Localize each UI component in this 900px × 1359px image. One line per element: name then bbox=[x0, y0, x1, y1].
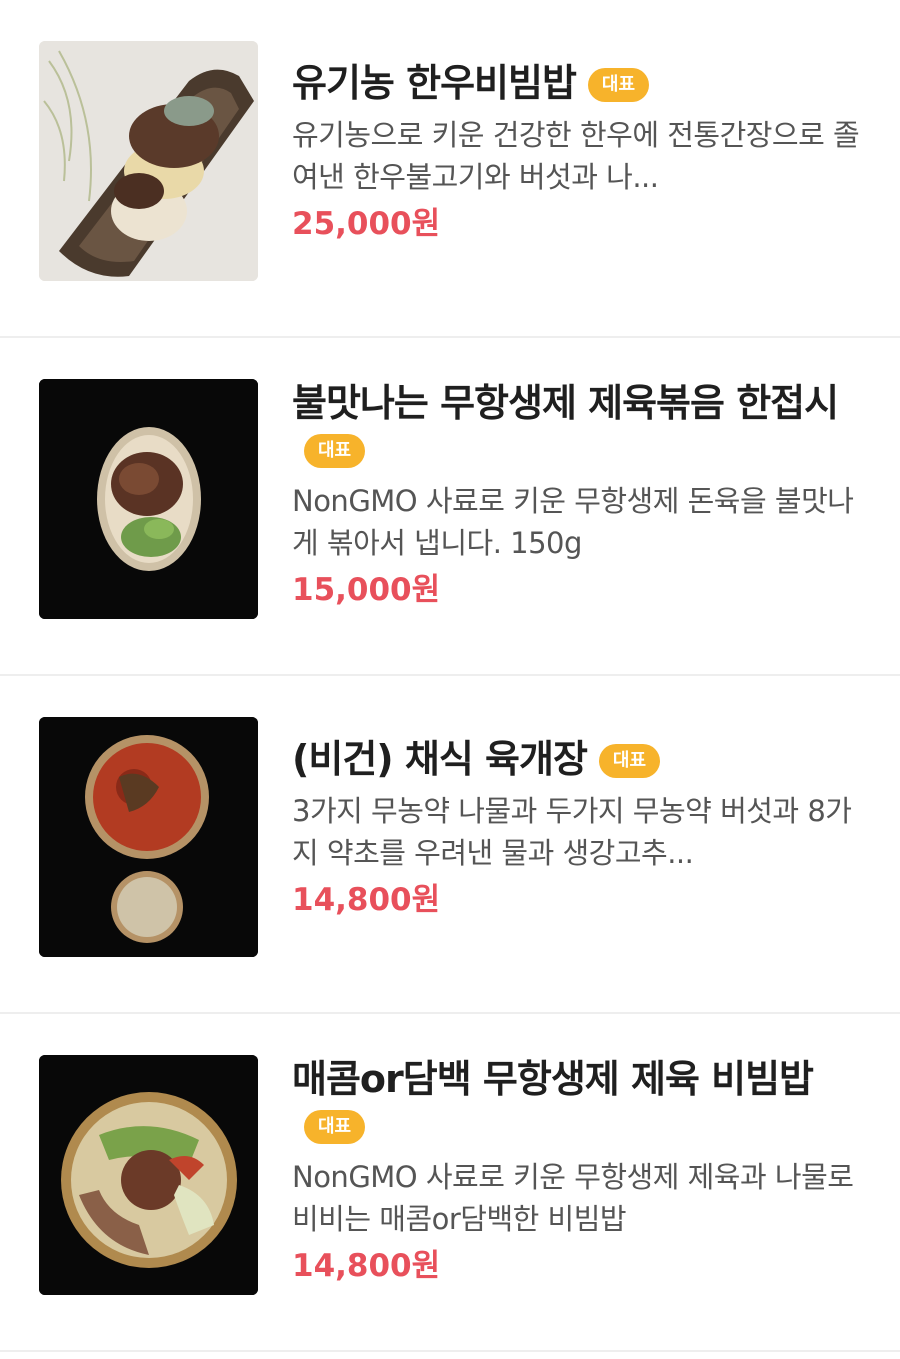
menu-item-title: (비건) 채식 육개장 대표 bbox=[292, 736, 864, 782]
menu-item-vegan-yukgaejang[interactable]: (비건) 채식 육개장 대표 3가지 무농약 나물과 두가지 무농약 버섯과 8가… bbox=[0, 676, 900, 1014]
menu-item-photo[interactable] bbox=[39, 1055, 258, 1295]
jeyuk-photo-illustration bbox=[39, 379, 258, 619]
menu-item-info: 매콤or담백 무항생제 제육 비빔밥대표 NonGMO 사료로 키운 무항생제 … bbox=[292, 1056, 864, 1286]
menu-item-organic-hanwoo-bibimbap[interactable]: 유기농 한우비빔밥 대표 유기농으로 키운 건강한 한우에 전통간장으로 졸여낸 … bbox=[0, 0, 900, 338]
signature-badge: 대표 bbox=[598, 744, 661, 778]
menu-item-description: NonGMO 사료로 키운 무항생제 제육과 나물로 비비는 매콤or담백한 비… bbox=[292, 1160, 854, 1236]
menu-item-jeyuk-bibimbap[interactable]: 매콤or담백 무항생제 제육 비빔밥대표 NonGMO 사료로 키운 무항생제 … bbox=[0, 1014, 900, 1352]
menu-item-price: 15,000원 bbox=[292, 572, 441, 608]
signature-badge: 대표 bbox=[587, 68, 650, 102]
jeyuk-bibimbap-photo-illustration bbox=[39, 1055, 258, 1295]
signature-badge: 대표 bbox=[304, 1110, 366, 1144]
menu-item-price: 14,800원 bbox=[292, 882, 441, 918]
menu-list: 유기농 한우비빔밥 대표 유기농으로 키운 건강한 한우에 전통간장으로 졸여낸 … bbox=[0, 0, 900, 1352]
menu-item-photo[interactable] bbox=[39, 41, 258, 281]
bibimbap-photo-illustration bbox=[39, 41, 258, 281]
menu-item-info: 불맛나는 무항생제 제육볶음 한접시대표 NonGMO 사료로 키운 무항생제 … bbox=[292, 380, 864, 610]
menu-item-jeyuk-bokkeum[interactable]: 불맛나는 무항생제 제육볶음 한접시대표 NonGMO 사료로 키운 무항생제 … bbox=[0, 338, 900, 676]
menu-item-photo[interactable] bbox=[39, 379, 258, 619]
menu-item-info: (비건) 채식 육개장 대표 3가지 무농약 나물과 두가지 무농약 버섯과 8가… bbox=[292, 736, 864, 920]
menu-item-title: 불맛나는 무항생제 제육볶음 한접시대표 bbox=[292, 380, 864, 472]
menu-item-price: 25,000원 bbox=[292, 206, 441, 242]
menu-item-photo[interactable] bbox=[39, 717, 258, 957]
menu-item-info: 유기농 한우비빔밥 대표 유기농으로 키운 건강한 한우에 전통간장으로 졸여낸 … bbox=[292, 60, 864, 244]
signature-badge: 대표 bbox=[304, 434, 366, 468]
menu-item-description: 유기농으로 키운 건강한 한우에 전통간장으로 졸여낸 한우불고기와 버섯과 나… bbox=[292, 118, 860, 194]
yukgaejang-photo-illustration bbox=[39, 717, 258, 957]
menu-item-description: NonGMO 사료로 키운 무항생제 돈육을 불맛나게 볶아서 냅니다. 150… bbox=[292, 484, 854, 560]
menu-item-price: 14,800원 bbox=[292, 1248, 441, 1284]
menu-item-title: 매콤or담백 무항생제 제육 비빔밥대표 bbox=[292, 1056, 864, 1148]
menu-item-title: 유기농 한우비빔밥 대표 bbox=[292, 60, 864, 106]
menu-item-description: 3가지 무농약 나물과 두가지 무농약 버섯과 8가지 약초를 우려낸 물과 생… bbox=[292, 794, 852, 870]
